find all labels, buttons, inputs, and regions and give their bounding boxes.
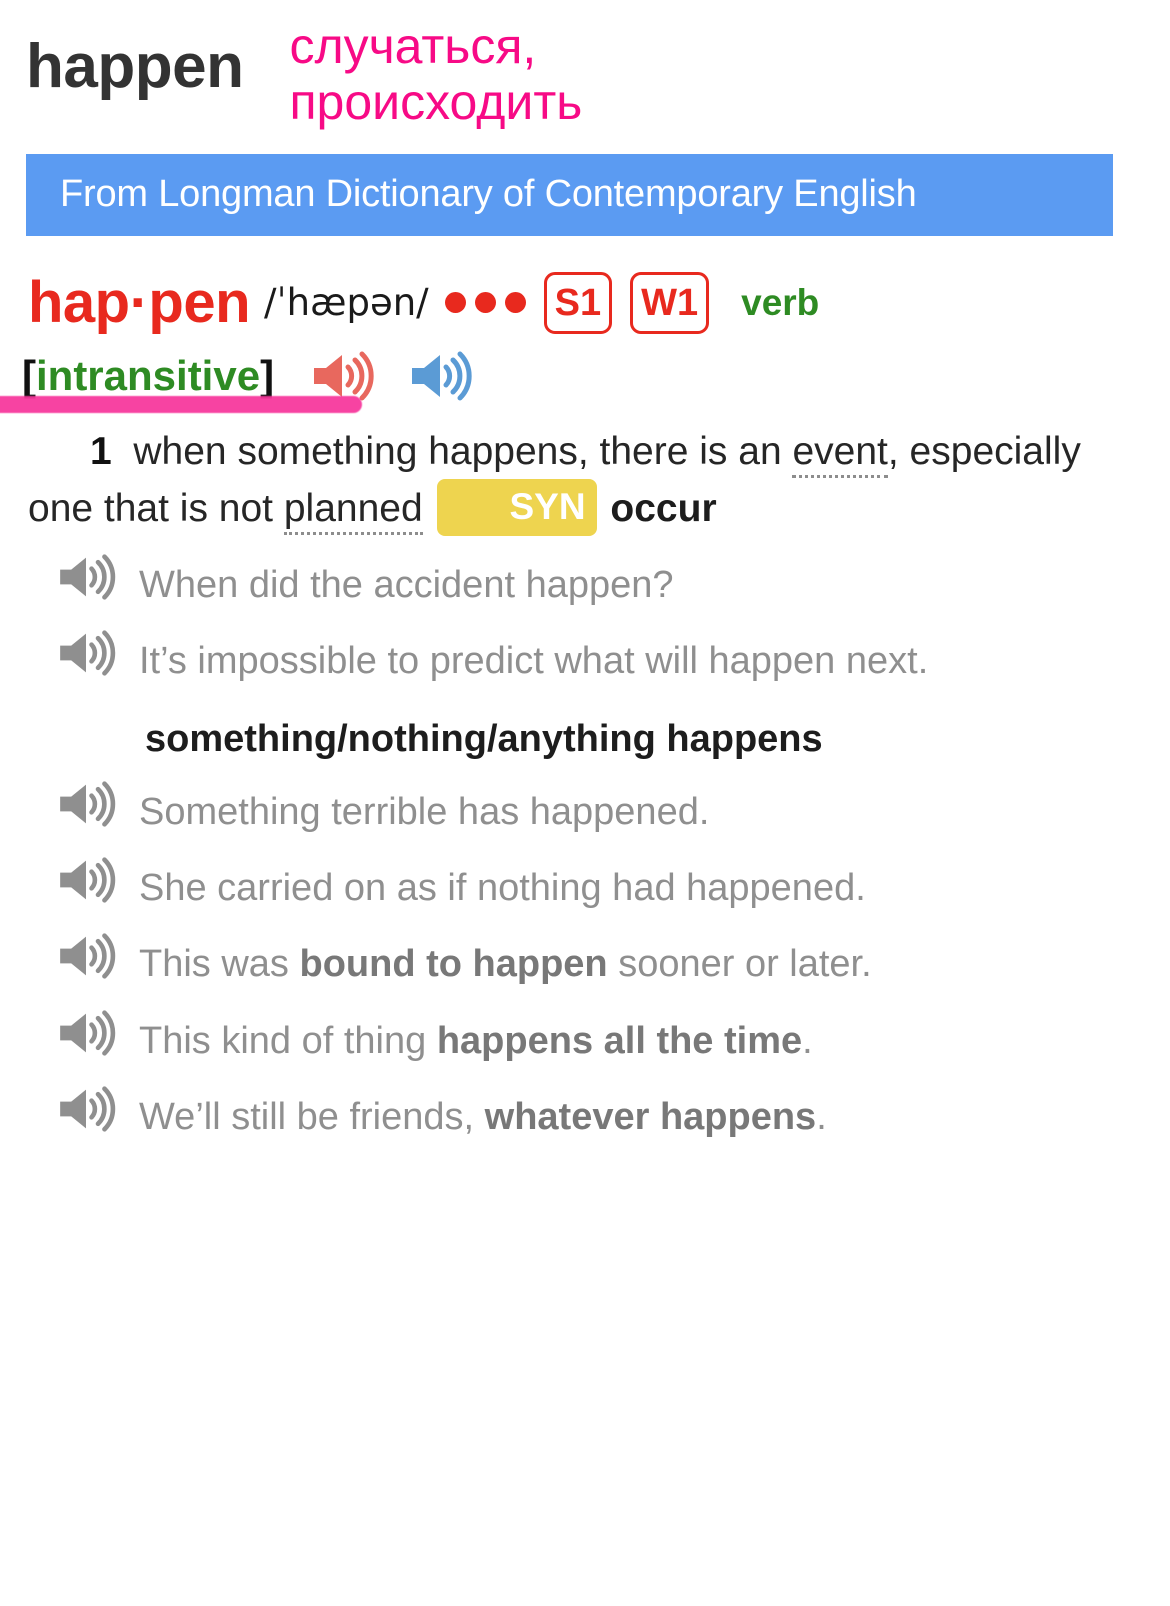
grammar-line: [ intransitive ] [0,350,1170,413]
frequency-dot [444,292,466,314]
sense-number: 1 [90,429,112,473]
speaker-icon-example[interactable] [55,780,117,828]
dictionary-entry: hap·pen /ˈhæpən/ S1 W1 verb [ intransiti… [0,236,1170,1145]
example-sentence: We’ll still be friends, whatever happens… [0,1085,1130,1145]
speaker-icon-american[interactable] [408,350,472,402]
example-text: We’ll still be friends, [139,1095,485,1138]
part-of-speech-label: verb [741,282,820,324]
page-title: happen [26,32,244,101]
cross-reference-event[interactable]: event [792,429,888,478]
example-sentence: This was bound to happen sooner or later… [0,932,1130,992]
synonym-word-occur[interactable]: occur [610,487,716,530]
written-rank-badge-w1[interactable]: W1 [630,271,710,334]
example-text-tail: . [802,1019,813,1062]
definition-segment-1: when something happens, there is an [133,429,793,473]
example-sentence: She carried on as if nothing had happene… [0,856,1130,916]
speaker-icon-example[interactable] [55,1085,117,1133]
speaker-icon-british[interactable] [310,350,374,402]
speaker-icon-example[interactable] [55,553,117,601]
speaker-icon-example[interactable] [55,1009,117,1057]
speaker-icon-example[interactable] [55,856,117,904]
example-list-primary: When did the accident happen? It’s impos… [0,553,1130,689]
speaker-icon-example[interactable] [55,932,117,980]
example-sentence: When did the accident happen? [0,553,1130,613]
dictionary-source-banner: From Longman Dictionary of Contemporary … [26,154,1113,236]
collocation-heading: something/nothing/anything happens [145,717,823,760]
frequency-dot [504,292,526,314]
example-text-tail: . [816,1095,827,1138]
translation-russian: случаться, происходить [289,18,583,130]
example-sentence: It’s impossible to predict what will hap… [0,629,1130,689]
page-header: happen случаться, происходить [0,0,1170,150]
example-text: When did the accident happen? [139,563,674,606]
example-text-tail: sooner or later. [607,943,872,986]
speaker-icon-example[interactable] [55,629,117,677]
example-bold-phrase: happens all the time [436,1019,803,1062]
frequency-dots [444,292,526,314]
ipa-pronunciation: /ˈhæpən/ [264,281,429,325]
example-text: This kind of thing [139,1019,437,1062]
cross-reference-planned[interactable]: planned [283,487,423,536]
example-text: This was [139,943,300,986]
example-bold-phrase: whatever happens [484,1095,817,1138]
frequency-dot [474,292,496,314]
example-bold-phrase: bound to happen [299,943,608,986]
example-text: She carried on as if nothing had happene… [139,867,866,910]
headword-syllabified: hap·pen [28,269,251,335]
example-text: Something terrible has happened. [139,791,710,834]
pink-highlighter-mark [0,395,362,413]
synonym-badge: SYN [436,479,597,537]
example-text: It’s impossible to predict what will hap… [139,639,929,682]
sense-1: 1 when something happens, there is an ev… [0,424,1170,1145]
example-list-collocation: Something terrible has happened. She car… [0,780,1130,1144]
example-sentence: This kind of thing happens all the time. [0,1009,1130,1069]
bracket-close: ] [260,351,275,399]
grammar-label-intransitive: intransitive [36,351,261,399]
bracket-open: [ [22,351,36,399]
definition-text: 1 when something happens, there is an ev… [0,424,1130,537]
headword-line: hap·pen /ˈhæpən/ S1 W1 verb [0,269,1170,335]
spoken-rank-badge-s1[interactable]: S1 [543,271,613,334]
example-sentence: Something terrible has happened. [0,780,1130,840]
